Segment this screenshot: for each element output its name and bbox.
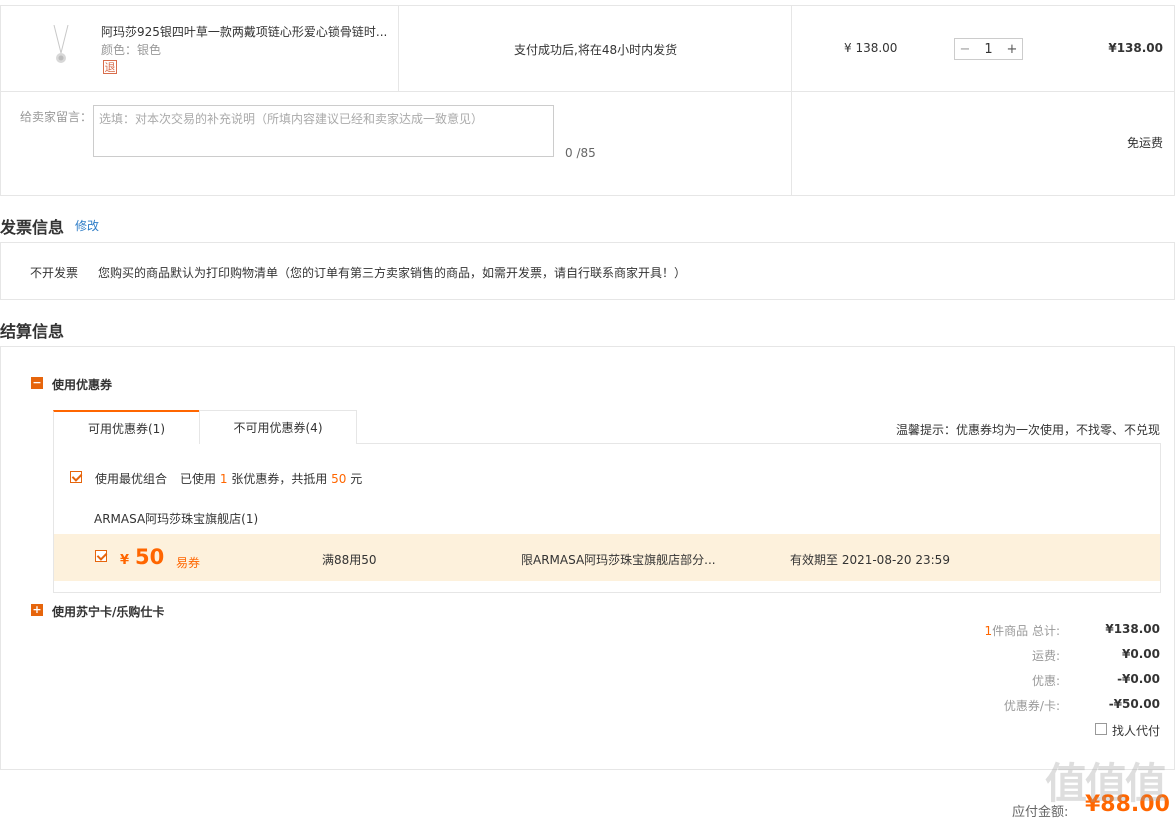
used-middle: 张优惠券，共抵用 <box>231 472 328 486</box>
invoice-note: 您购买的商品默认为打印购物清单（您的订单有第三方卖家销售的商品，如需开发票，请自… <box>98 266 687 280</box>
best-combo-checkbox[interactable] <box>70 471 82 483</box>
product-title[interactable]: 阿玛莎925银四叶草一款两戴项链心形爱心锁骨链时... <box>101 23 387 40</box>
coupon-section-label[interactable]: 使用优惠券 <box>52 376 112 393</box>
coupon-condition: 满88用50 <box>322 553 377 567</box>
quantity-stepper: − 1 + <box>954 38 1023 60</box>
proxy-pay-label[interactable]: 找人代付 <box>1112 722 1160 739</box>
watermark-logo: 值值值 <box>1044 759 1167 808</box>
settlement-title: 结算信息 <box>0 322 65 341</box>
coupon-usage-summary: 已使用 1 张优惠券，共抵用 50 元 <box>180 470 362 487</box>
shipping-note: 支付成功后,将在48小时内发货 <box>514 43 678 57</box>
summary-count-text: 件商品 总计: <box>992 624 1060 638</box>
proxy-pay-checkbox[interactable] <box>1095 723 1107 735</box>
card-section-label[interactable]: 使用苏宁卡/乐购仕卡 <box>52 603 164 620</box>
coupon-expiry: 有效期至 2021-08-20 23:59 <box>790 553 950 567</box>
used-count: 1 <box>219 472 228 486</box>
collapse-icon[interactable]: − <box>31 377 43 389</box>
remark-input[interactable]: 选填：对本次交易的补充说明（所填内容建议已经和卖家达成一致意见） <box>93 105 554 157</box>
invoice-edit-link[interactable]: 修改 <box>75 217 99 234</box>
remark-counter: 0 /85 <box>565 146 596 160</box>
discount-value: -¥0.00 <box>1117 672 1160 686</box>
qty-plus-button[interactable]: + <box>1002 42 1022 57</box>
freight-value: ¥0.00 <box>1122 647 1160 661</box>
divider <box>791 6 792 195</box>
unit-price: ¥ 138.00 <box>844 41 898 55</box>
invoice-title: 发票信息 <box>0 218 65 237</box>
coupon-tag: 易券 <box>176 556 201 570</box>
best-combo-label: 使用最优组合 <box>95 472 168 486</box>
coupon-amount: 50 <box>135 545 165 569</box>
coupon-checkbox[interactable] <box>95 550 107 562</box>
coupon-tip: 温馨提示：优惠券均为一次使用，不找零、不兑现 <box>895 423 1160 437</box>
used-suffix: 元 <box>350 472 363 486</box>
coupon-currency: ¥ <box>120 553 130 568</box>
remark-label: 给卖家留言： <box>20 110 93 124</box>
invoice-type: 不开发票 <box>30 266 79 280</box>
item-subtotal: ¥138.00 <box>1108 41 1163 55</box>
tab-unavailable-coupons[interactable]: 不可用优惠券(4) <box>199 410 357 444</box>
tab-available-coupons[interactable]: 可用优惠券(1) <box>53 410 199 444</box>
coupon-scope: 限ARMASA阿玛莎珠宝旗舰店部分... <box>521 553 716 567</box>
divider <box>1 91 1174 92</box>
expand-icon[interactable]: + <box>31 604 43 616</box>
product-thumbnail-icon[interactable] <box>50 25 72 67</box>
remark-placeholder: 选填：对本次交易的补充说明（所填内容建议已经和卖家达成一致意见） <box>99 112 484 126</box>
qty-value[interactable]: 1 <box>975 42 1002 57</box>
used-prefix: 已使用 <box>180 472 217 486</box>
store-name: ARMASA阿玛莎珠宝旗舰店(1) <box>94 512 259 526</box>
summary-count: 1 <box>984 624 993 638</box>
freight-label: 运费: <box>1031 649 1060 663</box>
divider <box>398 6 399 91</box>
discount-label: 优惠: <box>1031 674 1060 688</box>
return-badge: 退 <box>103 60 117 74</box>
summary-count-label: 1件商品 总计: <box>985 622 1061 639</box>
coupon-card-value: -¥50.00 <box>1108 697 1160 711</box>
used-amount: 50 <box>331 472 347 486</box>
summary-total: ¥138.00 <box>1105 622 1160 636</box>
coupon-card-label: 优惠券/卡: <box>1003 699 1060 713</box>
qty-minus-button[interactable]: − <box>955 42 975 57</box>
shipping-fee-note: 免运费 <box>1126 136 1163 150</box>
product-color: 颜色：银色 <box>101 43 162 57</box>
